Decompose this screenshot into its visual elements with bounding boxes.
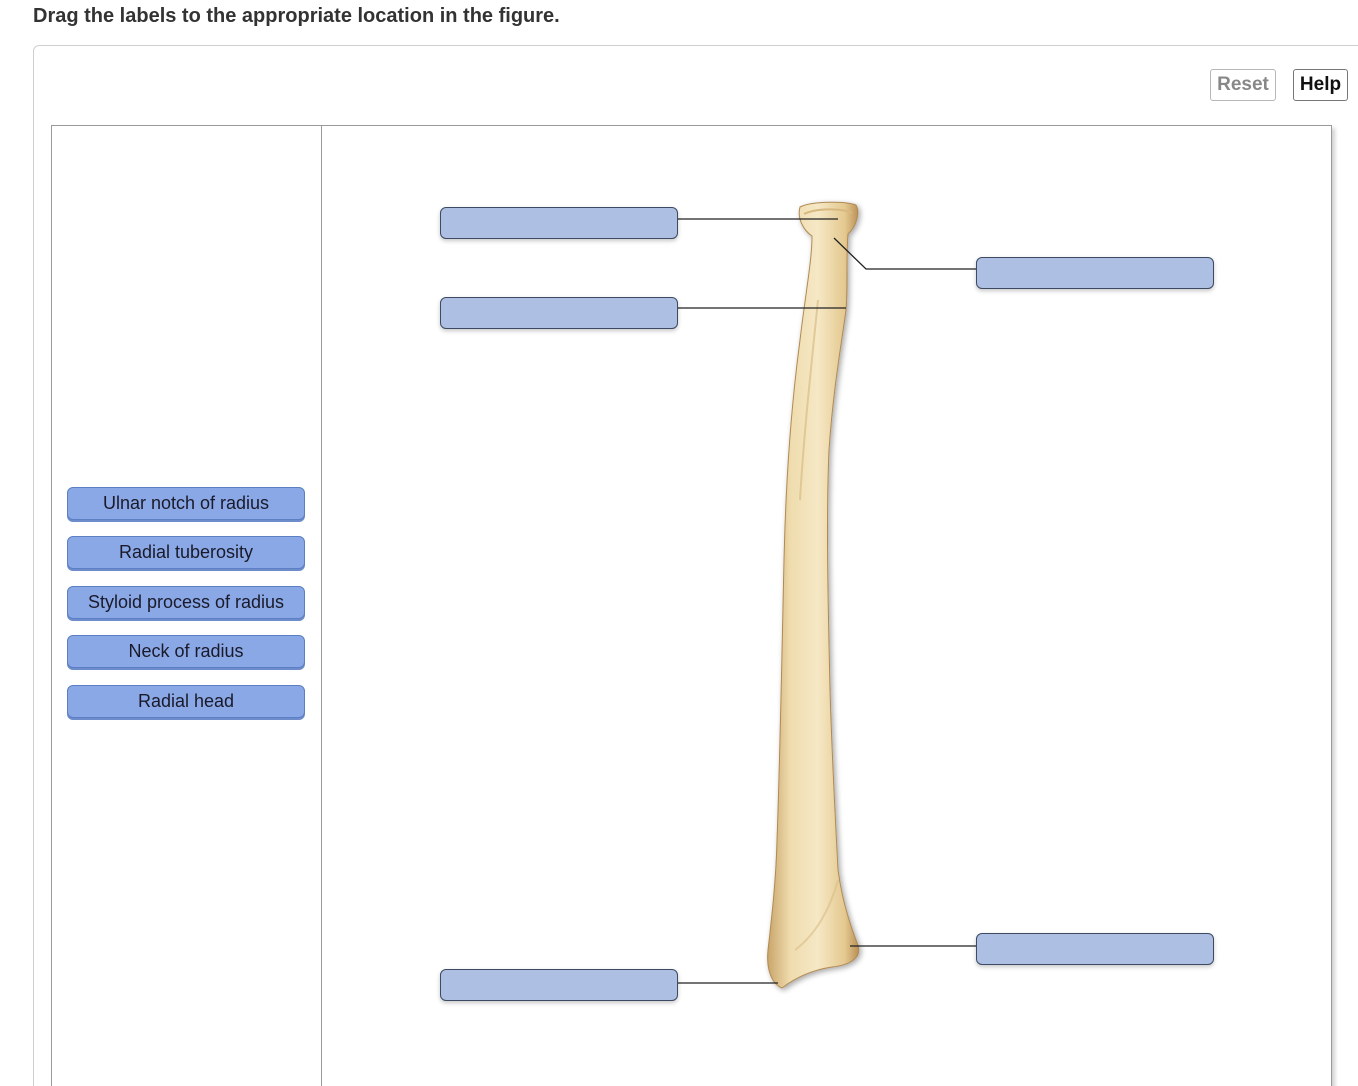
drop-target-1[interactable] xyxy=(440,207,678,239)
drop-target-2[interactable] xyxy=(440,297,678,329)
radius-figure xyxy=(678,201,976,989)
leader-line-3 xyxy=(833,237,976,270)
activity-page: Drag the labels to the appropriate locat… xyxy=(0,0,1358,1086)
drop-target-4[interactable] xyxy=(976,933,1214,965)
drop-target-3[interactable] xyxy=(976,257,1214,289)
radius-bone-illustration xyxy=(767,201,860,989)
drop-target-5[interactable] xyxy=(440,969,678,1001)
